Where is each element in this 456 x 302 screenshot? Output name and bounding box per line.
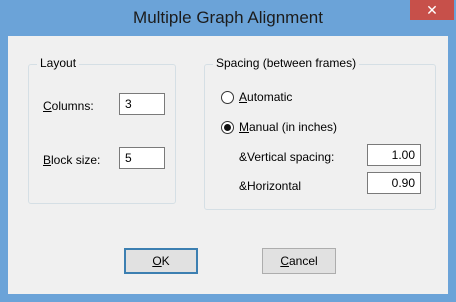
automatic-label[interactable]: Automatic [239, 90, 292, 104]
automatic-radio[interactable] [221, 91, 234, 104]
title-bar[interactable]: Multiple Graph Alignment ✕ [0, 0, 456, 36]
spacing-group: Spacing (between frames) Automatic Manua… [204, 56, 436, 210]
ok-button[interactable]: OK [124, 248, 198, 274]
dialog-client-area: Layout Columns: 3 Block size: 5 Spacing … [8, 36, 448, 294]
manual-label[interactable]: Manual (in inches) [239, 120, 337, 134]
horizontal-spacing-input[interactable]: 0.90 [367, 172, 421, 194]
dialog-window: Multiple Graph Alignment ✕ Layout Column… [0, 0, 456, 302]
vertical-spacing-input[interactable]: 1.00 [367, 144, 421, 166]
columns-label: Columns: [43, 99, 94, 113]
layout-group: Layout Columns: 3 Block size: 5 [28, 56, 176, 204]
block-size-label: Block size: [43, 153, 101, 167]
spacing-group-legend: Spacing (between frames) [213, 56, 360, 70]
vertical-spacing-label: &Vertical spacing: [239, 150, 335, 164]
close-icon[interactable]: ✕ [410, 0, 454, 20]
horizontal-spacing-label: &Horizontal [239, 179, 302, 193]
layout-group-legend: Layout [37, 56, 80, 70]
columns-input[interactable]: 3 [119, 93, 165, 115]
dialog-title: Multiple Graph Alignment [133, 8, 323, 27]
block-size-input[interactable]: 5 [119, 147, 165, 169]
manual-radio[interactable] [221, 121, 234, 134]
manual-radio-dot [224, 124, 231, 131]
cancel-button[interactable]: Cancel [262, 248, 336, 274]
